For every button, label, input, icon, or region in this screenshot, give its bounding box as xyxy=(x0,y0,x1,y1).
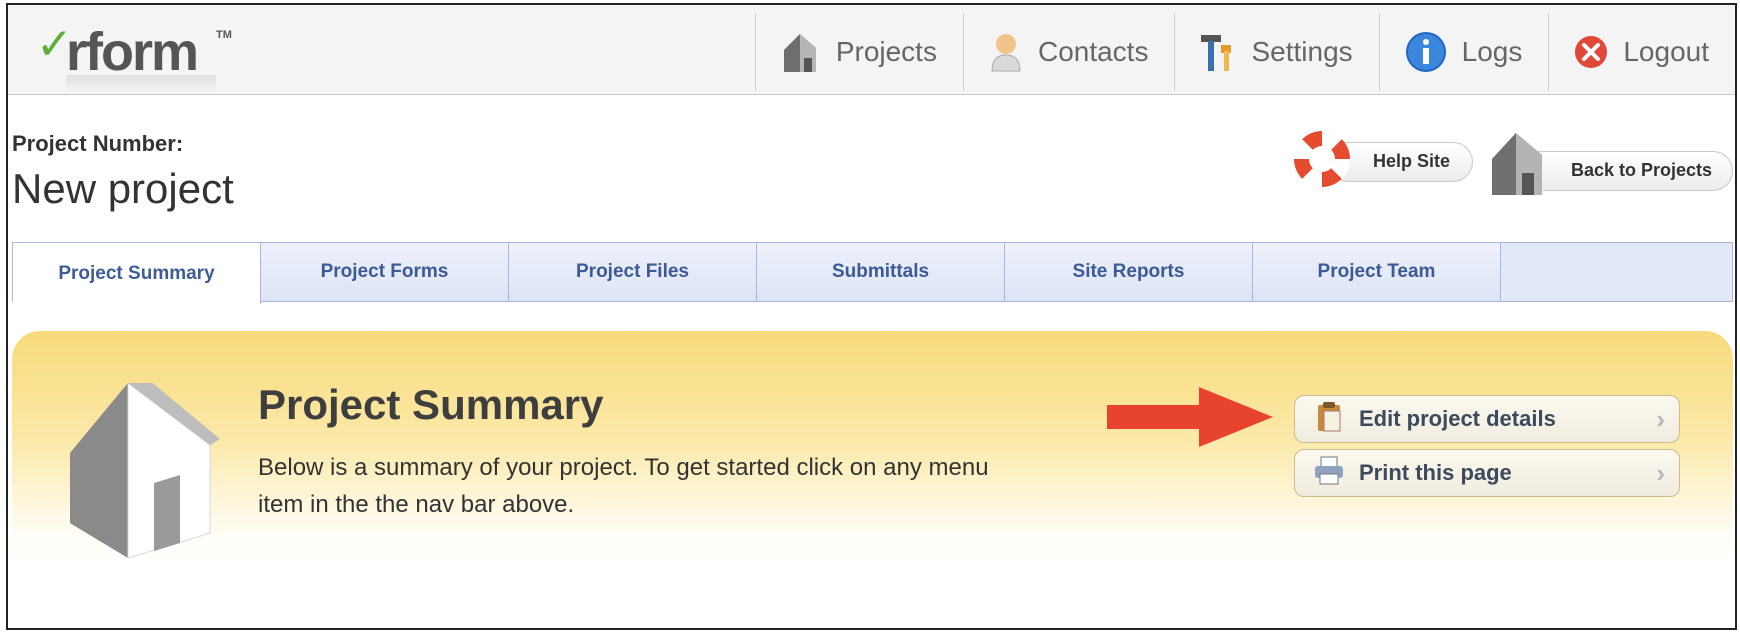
nav-item-logout[interactable]: Logout xyxy=(1548,13,1735,91)
project-tabs: Project Summary Project Forms Project Fi… xyxy=(12,242,1733,304)
clipboard-icon xyxy=(1315,401,1345,438)
tab-project-forms[interactable]: Project Forms xyxy=(261,243,509,301)
nav-label: Projects xyxy=(835,36,937,67)
print-this-page-button[interactable]: Print this page › xyxy=(1294,449,1680,497)
summary-description: Below is a summary of your project. To g… xyxy=(258,454,989,518)
help-site-button[interactable]: Help Site xyxy=(1290,127,1474,196)
nav-label: Logs xyxy=(1461,36,1523,67)
nav-label: Settings xyxy=(1251,36,1353,67)
print-this-page-label: Print this page xyxy=(1359,460,1512,485)
tab-site-reports[interactable]: Site Reports xyxy=(1005,243,1253,301)
summary-title: Project Summary xyxy=(258,381,604,428)
close-icon xyxy=(1573,34,1609,70)
rform-logo[interactable]: ✓ rform TM xyxy=(36,17,236,93)
tab-project-summary[interactable]: Project Summary xyxy=(13,243,261,304)
top-bar: ✓ rform TM Projects Contacts Settings Lo… xyxy=(8,5,1735,95)
logo-trademark: TM xyxy=(216,29,232,41)
back-to-projects-button[interactable]: Back to Projects xyxy=(1486,127,1734,202)
project-name: New project xyxy=(12,165,234,212)
project-number-label: Project Number: xyxy=(12,131,184,156)
chevron-right-icon: › xyxy=(1656,458,1665,488)
tab-submittals[interactable]: Submittals xyxy=(757,243,1005,301)
main-nav: Projects Contacts Settings Logs Logout xyxy=(754,13,1735,91)
summary-panel: Project Summary Below is a summary of yo… xyxy=(12,331,1733,571)
house-icon xyxy=(1486,127,1550,202)
chevron-right-icon: › xyxy=(1656,404,1665,434)
logo-wordmark: rform xyxy=(66,22,199,82)
tab-project-team[interactable]: Project Team xyxy=(1253,243,1501,301)
info-icon xyxy=(1404,30,1448,74)
house-icon xyxy=(780,30,822,74)
person-icon xyxy=(988,31,1024,73)
red-arrow-icon xyxy=(1107,387,1273,452)
logo-reflection xyxy=(66,75,216,93)
life-ring-icon xyxy=(1290,127,1354,196)
edit-project-details-button[interactable]: Edit project details › xyxy=(1294,395,1680,443)
tools-icon xyxy=(1199,31,1237,73)
app-window: ✓ rform TM Projects Contacts Settings Lo… xyxy=(6,3,1737,630)
nav-item-logs[interactable]: Logs xyxy=(1378,13,1549,91)
edit-project-details-label: Edit project details xyxy=(1359,406,1556,431)
back-to-projects-label: Back to Projects xyxy=(1520,150,1734,191)
nav-item-settings[interactable]: Settings xyxy=(1174,13,1378,91)
nav-item-projects[interactable]: Projects xyxy=(754,13,963,91)
nav-label: Contacts xyxy=(1037,36,1149,67)
tab-project-files[interactable]: Project Files xyxy=(509,243,757,301)
house-icon xyxy=(70,381,220,563)
nav-label: Logout xyxy=(1623,36,1709,67)
printer-icon xyxy=(1313,456,1345,491)
nav-item-contacts[interactable]: Contacts xyxy=(962,13,1175,91)
